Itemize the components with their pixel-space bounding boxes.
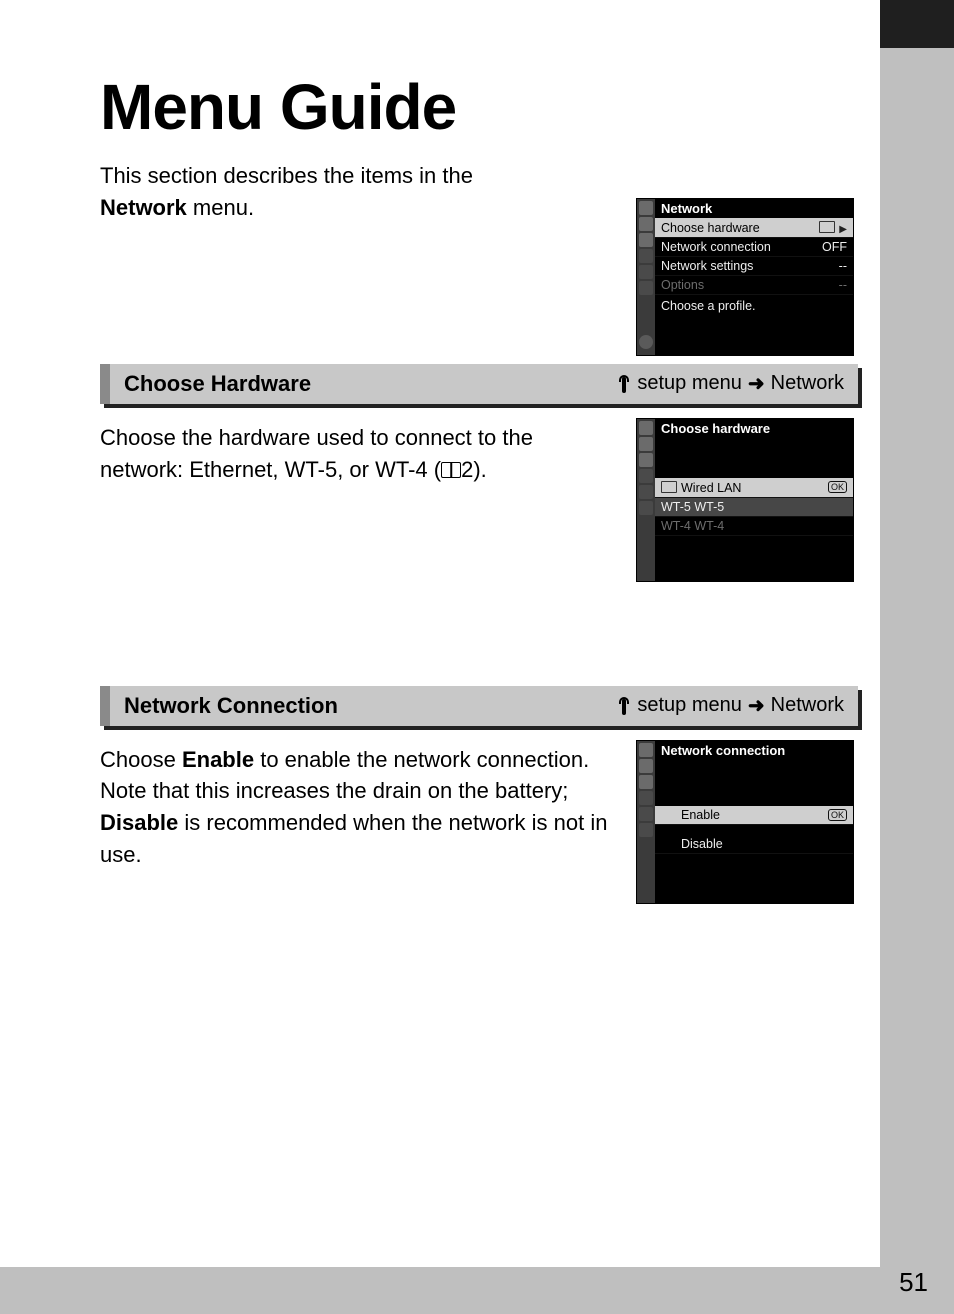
sidebar-icon: [639, 759, 653, 773]
menu-row-label: Wired LAN: [661, 480, 741, 495]
menu-row: Network settings --: [655, 257, 853, 276]
sidebar-icon: [639, 437, 653, 451]
sidebar-icon: [639, 201, 653, 215]
intro-text: This section describes the items in the: [100, 163, 473, 188]
network-icon: [661, 481, 677, 493]
wrench-icon: [617, 375, 631, 393]
camera-menu-body: Network connection Enable OK Disable: [655, 741, 853, 903]
page-reference-icon: [441, 462, 461, 478]
sidebar-icon: [639, 485, 653, 499]
sidebar-icon: [639, 249, 653, 263]
sidebar-icon: [639, 823, 653, 837]
sidebar-icon: [639, 453, 653, 467]
camera-sidebar-icons: [637, 419, 655, 581]
section-header-bar: Network Connection setup menu ➜ Network: [100, 686, 858, 730]
sidebar-icon: [639, 281, 653, 295]
menu-row-value: OFF: [822, 240, 847, 254]
sidebar-icon: [639, 217, 653, 231]
menu-row-label: Network connection: [661, 240, 771, 254]
page-number: 51: [899, 1267, 928, 1298]
sidebar-icon: [639, 743, 653, 757]
menu-row: WT-5 WT-5: [655, 498, 853, 517]
bar: Choose Hardware setup menu ➜ Network: [100, 364, 858, 404]
page-sheet: Menu Guide This section describes the it…: [0, 0, 880, 1267]
sidebar-icon: [639, 233, 653, 247]
intro-paragraph: This section describes the items in the …: [100, 160, 540, 224]
ok-badge: OK: [828, 809, 847, 821]
camera-menu-header: Network: [655, 199, 853, 218]
body-bold: Disable: [100, 810, 178, 835]
camera-menu-header: Choose hardware: [655, 419, 853, 438]
camera-sidebar-icons: [637, 199, 655, 355]
menu-row-label: Options: [661, 278, 704, 292]
section-title: Network Connection: [124, 693, 338, 719]
menu-row-value: ▶: [819, 220, 847, 235]
body-text: Choose: [100, 747, 182, 772]
camera-menu-header: Network connection: [655, 741, 853, 760]
camera-menu-body: Network Choose hardware ▶ Network connec…: [655, 199, 853, 355]
breadcrumb-target: Network: [771, 694, 844, 717]
menu-row-label: WT-4 WT-4: [661, 519, 724, 533]
intro-bold: Network: [100, 195, 187, 220]
sidebar-icon: [639, 791, 653, 805]
sidebar-icon: [639, 421, 653, 435]
menu-row-value: --: [839, 259, 847, 273]
breadcrumb-target: Network: [771, 372, 844, 395]
section-title: Choose Hardware: [124, 371, 311, 397]
menu-row-wired-lan: Wired LAN OK: [655, 478, 853, 498]
screenshot-choose-hardware: Choose hardware Wired LAN OK WT-5 WT-5 W…: [636, 418, 854, 582]
breadcrumb: setup menu ➜ Network: [617, 693, 844, 718]
camera-menu-body: Choose hardware Wired LAN OK WT-5 WT-5 W…: [655, 419, 853, 581]
menu-row-choose-hardware: Choose hardware ▶: [655, 218, 853, 238]
section-body: Choose Enable to enable the network conn…: [100, 744, 620, 872]
breadcrumb-setup: setup menu: [637, 694, 742, 717]
sidebar-icon: [639, 501, 653, 515]
breadcrumb: setup menu ➜ Network: [617, 371, 844, 396]
screenshot-network-menu: Network Choose hardware ▶ Network connec…: [636, 198, 854, 356]
screenshot-network-connection: Network connection Enable OK Disable: [636, 740, 854, 904]
arrow-right-icon: ➜: [748, 693, 765, 718]
menu-row-label: WT-5 WT-5: [661, 500, 724, 514]
bar: Network Connection setup menu ➜ Network: [100, 686, 858, 726]
sidebar-icon: [639, 469, 653, 483]
chevron-right-icon: ▶: [839, 224, 847, 235]
sidebar-icon: [639, 807, 653, 821]
menu-row-value: --: [839, 278, 847, 292]
menu-row-label: Network settings: [661, 259, 753, 273]
body-text-after: ).: [473, 457, 486, 482]
menu-footer-hint: Choose a profile.: [655, 295, 853, 317]
section-network-connection: Network Connection setup menu ➜ Network …: [100, 686, 858, 872]
sidebar-icon: [639, 265, 653, 279]
menu-row-label-text: Wired LAN: [681, 481, 741, 495]
section-header-bar: Choose Hardware setup menu ➜ Network: [100, 364, 858, 408]
body-bold: Enable: [182, 747, 254, 772]
body-ref-number: 2: [461, 457, 473, 482]
menu-row-label: Enable: [681, 808, 720, 822]
section-choose-hardware: Choose Hardware setup menu ➜ Network Cho…: [100, 364, 858, 486]
breadcrumb-setup: setup menu: [637, 372, 742, 395]
page-content: Menu Guide This section describes the it…: [100, 70, 858, 871]
menu-row: Network connection OFF: [655, 238, 853, 257]
menu-row-disabled: WT-4 WT-4: [655, 517, 853, 536]
page-title: Menu Guide: [100, 70, 858, 144]
ok-badge: OK: [828, 481, 847, 493]
intro-text-after: menu.: [187, 195, 254, 220]
wrench-icon: [617, 697, 631, 715]
menu-row-label: Choose hardware: [661, 221, 760, 235]
sidebar-icon: [639, 775, 653, 789]
camera-sidebar-icons: [637, 741, 655, 903]
menu-row-disabled: Options --: [655, 276, 853, 295]
section-body: Choose the hardware used to connect to t…: [100, 422, 620, 486]
arrow-right-icon: ➜: [748, 371, 765, 396]
menu-row-disable: Disable: [655, 835, 853, 854]
bar-accent: [100, 364, 110, 404]
menu-row-label: Disable: [681, 837, 723, 851]
help-icon: [639, 335, 653, 349]
network-icon: [819, 221, 835, 233]
bar-accent: [100, 686, 110, 726]
menu-row-enable: Enable OK: [655, 806, 853, 825]
